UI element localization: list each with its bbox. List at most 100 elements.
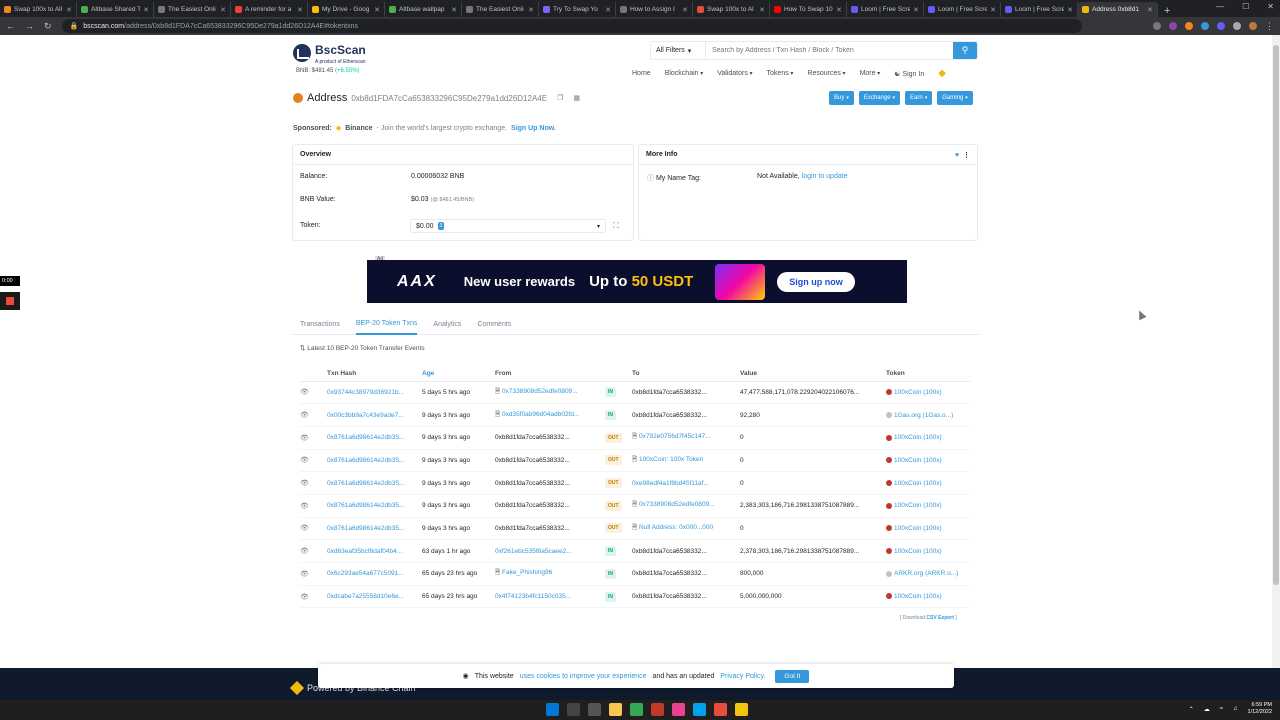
txn-hash-link[interactable]: 0x8761a6d98614e2db35...	[327, 457, 404, 464]
minimize-icon[interactable]: —	[1216, 2, 1224, 11]
expand-icon[interactable]: ⛶	[613, 221, 619, 231]
signin-link[interactable]: ☯ Sign In	[894, 70, 924, 78]
recorder-stop-button[interactable]	[0, 292, 20, 310]
from-address[interactable]: 0x4f74123b4fc1150c035...	[495, 593, 571, 600]
close-tab-icon[interactable]: ✕	[990, 6, 996, 14]
close-tab-icon[interactable]: ✕	[682, 6, 688, 14]
to-address[interactable]: 0x792e0756d7f45c147...	[639, 433, 711, 440]
nav-more[interactable]: More	[860, 70, 881, 77]
extension-icon[interactable]	[1153, 22, 1161, 30]
buy-button[interactable]: Buy	[829, 91, 854, 105]
token-link[interactable]: 100xCoin (100x)	[894, 548, 942, 555]
txn-hash-link[interactable]: 0x00c3bb9a7c43e9ade7...	[327, 412, 404, 419]
close-tab-icon[interactable]: ✕	[1147, 6, 1153, 14]
txn-hash-link[interactable]: 0x8761a6d98614e2db35...	[327, 525, 404, 532]
filter-dropdown[interactable]: All Filters ▾	[651, 42, 706, 59]
browser-tab[interactable]: Altbase Shared T ✕	[77, 2, 154, 17]
qr-code-icon[interactable]: ▦	[573, 94, 580, 102]
tab-transactions[interactable]: Transactions	[300, 315, 340, 335]
close-tab-icon[interactable]: ✕	[1067, 6, 1073, 14]
login-to-update-link[interactable]: login to update	[802, 173, 848, 180]
close-tab-icon[interactable]: ✕	[605, 6, 611, 14]
txn-hash-link[interactable]: 0x8761a6d98614e2db35...	[327, 434, 404, 441]
tab-analytics[interactable]: Analytics	[433, 315, 461, 335]
exchange-button[interactable]: Exchange	[858, 91, 901, 105]
to-address[interactable]: 100xCoin: 100x Token	[639, 456, 703, 463]
view-details-icon[interactable]: 👁	[300, 571, 309, 578]
windows-start-icon[interactable]	[546, 703, 559, 716]
bnb-network-icon[interactable]: ◆	[938, 68, 946, 79]
got-it-button[interactable]: Got It	[775, 669, 810, 683]
col-age[interactable]: Age	[422, 367, 495, 382]
txn-hash-link[interactable]: 0x8761a6d98614e2db35...	[327, 480, 404, 487]
url-bar[interactable]: 🔒 bscscan.com/address/0xb8d1FDA7cCa65383…	[61, 19, 1082, 33]
view-details-icon[interactable]: 👁	[300, 389, 309, 396]
app-icon[interactable]	[651, 703, 664, 716]
cloud-icon[interactable]: ☁	[1204, 706, 1210, 713]
browser-tab[interactable]: My Drive - Goog ✕	[308, 2, 385, 17]
app-icon[interactable]	[693, 703, 706, 716]
browser-tab[interactable]: Swap 100x to Al ✕	[693, 2, 770, 17]
view-details-icon[interactable]: 👁	[300, 412, 309, 419]
task-view-icon[interactable]	[588, 703, 601, 716]
to-address[interactable]: 0xe98edf4a1f8bd45f11af...	[632, 480, 709, 487]
nav-resources[interactable]: Resources	[807, 70, 845, 77]
heart-icon[interactable]: ♥	[955, 152, 959, 159]
extension-icon[interactable]	[1169, 22, 1177, 30]
browser-tab[interactable]: How To Swap 10 ✕	[770, 2, 847, 17]
tab-comments[interactable]: Comments	[477, 315, 511, 335]
browser-tab[interactable]: A reminder for a ✕	[231, 2, 308, 17]
profile-avatar[interactable]	[1249, 22, 1257, 30]
close-tab-icon[interactable]: ✕	[374, 6, 380, 14]
app-icon[interactable]	[735, 703, 748, 716]
view-details-icon[interactable]: 👁	[300, 594, 309, 601]
scrollbar-thumb[interactable]	[1273, 45, 1279, 585]
txn-hash-link[interactable]: 0x93744c38979d36921b...	[327, 389, 404, 396]
browser-tab[interactable]: The Easiest Onli ✕	[462, 2, 539, 17]
app-icon[interactable]	[714, 703, 727, 716]
volume-icon[interactable]: ♫	[1233, 706, 1238, 712]
loom-icon[interactable]	[1217, 22, 1225, 30]
token-link[interactable]: 100xCoin (100x)	[894, 389, 942, 396]
to-address[interactable]: 0x7338908d52edfe0809...	[639, 501, 715, 508]
from-address[interactable]: 0x7338908d52edfe0809...	[502, 388, 578, 395]
chevron-up-icon[interactable]: ⌃	[1189, 706, 1194, 713]
txn-hash-link[interactable]: 0x8761a6d98614e2db35...	[327, 502, 404, 509]
browser-tab[interactable]: The Easiest Onli ✕	[154, 2, 231, 17]
token-holdings-dropdown[interactable]: $0.00 3 ▾	[410, 219, 606, 233]
file-explorer-icon[interactable]	[609, 703, 622, 716]
browser-tab[interactable]: Swap 100x to All ✕	[0, 2, 77, 17]
txn-hash-link[interactable]: 0xd63eaf35bcf8daf04b4...	[327, 548, 402, 555]
view-details-icon[interactable]: 👁	[300, 457, 309, 464]
chrome-icon[interactable]	[630, 703, 643, 716]
reload-icon[interactable]: ↻	[44, 21, 52, 32]
view-details-icon[interactable]: 👁	[300, 525, 309, 532]
ad-banner[interactable]: AAX New user rewards Up to 50 USDT Sign …	[367, 260, 907, 303]
csv-export-link[interactable]: CSV Export	[926, 615, 954, 621]
view-details-icon[interactable]: 👁	[300, 548, 309, 555]
nav-blockchain[interactable]: Blockchain	[665, 70, 704, 77]
search-icon[interactable]	[567, 703, 580, 716]
from-address[interactable]: 0xf261ebc535f8a5caee2...	[495, 548, 572, 555]
earn-button[interactable]: Earn	[905, 91, 933, 105]
tab-bep20-token-txns[interactable]: BEP-20 Token Txns	[355, 315, 418, 335]
view-details-icon[interactable]: 👁	[300, 503, 309, 510]
close-tab-icon[interactable]: ✕	[220, 6, 226, 14]
from-address[interactable]: 0xd35f0ab96d04adb02fd...	[502, 411, 579, 418]
close-tab-icon[interactable]: ✕	[66, 6, 72, 14]
app-icon[interactable]	[672, 703, 685, 716]
token-link[interactable]: 100xCoin (100x)	[894, 593, 942, 600]
browser-tab[interactable]: Try To Swap Yo ✕	[539, 2, 616, 17]
puzzle-icon[interactable]	[1233, 22, 1241, 30]
browser-tab[interactable]: Loom | Free Scre ✕	[924, 2, 1001, 17]
close-window-icon[interactable]: ✕	[1267, 2, 1274, 11]
bscscan-logo[interactable]: BscScan A product of Etherscan	[293, 41, 366, 65]
close-tab-icon[interactable]: ✕	[836, 6, 842, 14]
browser-tab[interactable]: Address 0xb8d1 ✕	[1078, 2, 1158, 17]
metamask-icon[interactable]	[1185, 22, 1193, 30]
menu-icon[interactable]: ⋮	[1265, 21, 1274, 32]
token-link[interactable]: 1Gas.org (1Gas.o...)	[894, 412, 953, 419]
back-icon[interactable]: ←	[6, 21, 15, 31]
close-tab-icon[interactable]: ✕	[528, 6, 534, 14]
token-link[interactable]: ARKR.org (ARKR.o...)	[894, 570, 958, 577]
